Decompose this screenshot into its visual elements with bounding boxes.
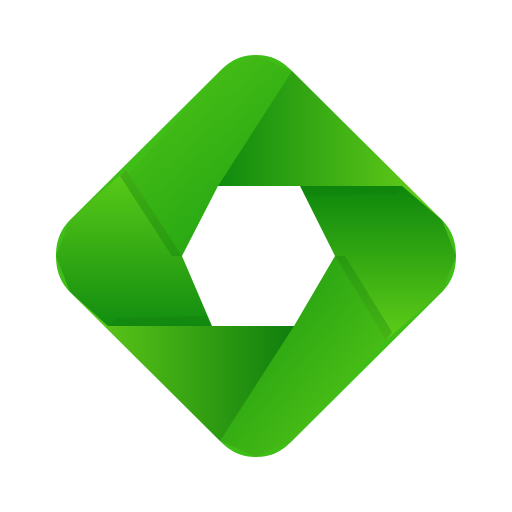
app-icon-canvas — [0, 0, 512, 512]
camera-shutter-logo-icon — [56, 55, 456, 457]
